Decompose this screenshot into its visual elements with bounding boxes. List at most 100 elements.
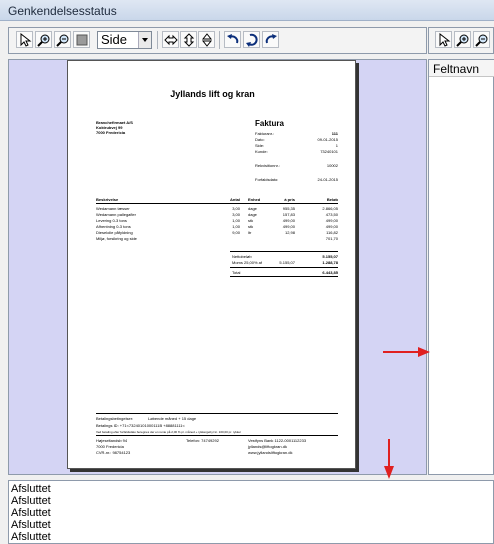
fields-column-header[interactable]: Feltnavn [429, 60, 494, 77]
meta-value: 73240101 [320, 149, 338, 154]
toolbar-separator [157, 31, 158, 49]
fields-panel[interactable]: Feltnavn [428, 59, 494, 475]
line-unit: dage [248, 212, 257, 217]
status-row[interactable]: Afsluttet [11, 495, 51, 507]
line-description: Levering 0-3 tons [96, 218, 127, 223]
col-header-qty: Antal [230, 197, 240, 202]
footer-address-line: 7000 Fredericia [96, 444, 124, 449]
meta-value: 10002 [326, 163, 338, 168]
net-amount: 5.155,07 [322, 254, 338, 259]
window-title: Genkendelsesstatus [8, 4, 117, 18]
col-header-price: á pris [284, 197, 295, 202]
net-label: Nettobeløb [232, 254, 252, 259]
document-viewer[interactable]: Jyllands lift og kran Branchefirmaet A/S… [8, 59, 427, 475]
line-amount: 499,00 [325, 218, 338, 223]
meta-label: Forfaldsdato: [255, 177, 279, 182]
line-price: 955,35 [282, 206, 295, 211]
meta-label: Fakturanr.: [255, 131, 275, 136]
fields-pointer-tool-button[interactable] [435, 31, 452, 48]
line-amount: 701,70 [325, 236, 338, 241]
horizontal-arrows-icon [164, 34, 178, 46]
line-qty: 9,00 [232, 230, 240, 235]
meta-label: Rekvisitionnr.: [255, 163, 280, 168]
line-qty: 3,00 [232, 212, 240, 217]
magnifier-plus-icon [37, 34, 50, 47]
col-header-unit: Enhed [248, 197, 261, 202]
meta-value: 24-01-2015 [317, 177, 338, 182]
meta-label: Kunde: [255, 149, 268, 154]
zoom-dropdown[interactable]: Side [97, 31, 152, 49]
rotate-left-icon [227, 34, 239, 44]
annotation-arrow-right-icon [383, 347, 430, 357]
invoice-page: Jyllands lift og kran Branchefirmaet A/S… [67, 60, 356, 469]
annotation-arrow-down-icon [384, 439, 394, 479]
pointer-tool-button[interactable] [16, 31, 33, 48]
magnifier-minus-icon [475, 34, 488, 47]
zoom-in-button[interactable] [35, 31, 52, 48]
company-name: Jyllands lift og kran [170, 89, 255, 99]
rotate-180-button[interactable] [243, 31, 260, 48]
actual-size-button[interactable] [198, 31, 215, 48]
total-amount: 6.443,85 [322, 270, 338, 275]
footer-website: www.jyllandsliftogkran.dk [248, 450, 293, 455]
chevron-down-icon[interactable] [138, 32, 151, 48]
fit-height-button[interactable] [180, 31, 197, 48]
status-row[interactable]: Afsluttet [11, 531, 51, 543]
payment-terms-value: Løbende måned + 15 dage [148, 416, 197, 421]
meta-label: Dato: [255, 137, 265, 142]
line-description: Miljø, forsikring og side [96, 236, 137, 241]
line-amount: 2.866,05 [322, 206, 338, 211]
col-header-amount: Beløb [326, 197, 338, 202]
zoom-value: Side [101, 32, 128, 47]
meta-label: Side: [255, 143, 265, 148]
payment-terms-label: Betalingsbetingelser: [96, 416, 134, 421]
status-row[interactable]: Afsluttet [11, 507, 51, 519]
line-qty: 3,00 [232, 206, 240, 211]
vertical-arrows-icon [183, 33, 195, 47]
document-type: Faktura [255, 119, 284, 128]
fit-width-button[interactable] [162, 31, 179, 48]
line-price: 499,00 [282, 218, 295, 223]
rotate-right-icon [265, 34, 277, 44]
meta-value: 1 [335, 143, 338, 148]
up-down-arrow-icon [201, 33, 213, 47]
fields-zoom-in-button[interactable] [454, 31, 471, 48]
totals-rule [230, 251, 338, 252]
vat-label: Moms 25,00% af [232, 260, 263, 265]
cursor-arrow-icon [20, 33, 32, 47]
rotate-half-icon [246, 33, 258, 47]
line-description: Wedamann pallegafler [96, 212, 136, 217]
line-price: 12,98 [284, 230, 295, 235]
status-row[interactable]: Afsluttet [11, 483, 51, 495]
zoom-out-button[interactable] [54, 31, 71, 48]
fields-header-label: Feltnavn [433, 62, 480, 76]
toolbar-separator [219, 31, 220, 49]
sender-line: 7000 Fredericia [96, 130, 126, 135]
fit-page-button[interactable] [73, 31, 90, 48]
line-unit: ltr [248, 230, 252, 235]
line-price: 157,83 [282, 212, 295, 217]
payment-id: Betalings ID: +71<73240101000111B +88881… [96, 423, 185, 428]
total-label: Total [232, 270, 241, 275]
meta-value: 09-01-2015 [317, 137, 338, 142]
status-row[interactable]: Afsluttet [11, 519, 51, 531]
rotate-left-button[interactable] [224, 31, 241, 48]
window-titlebar: Genkendelsesstatus [0, 0, 494, 21]
total-underline [230, 276, 338, 277]
footer-email: jyllands@liftogkran.dk [248, 444, 287, 449]
rotate-right-button[interactable] [262, 31, 279, 48]
line-unit: stk [248, 224, 254, 229]
fields-zoom-out-button[interactable] [473, 31, 490, 48]
footer-phone: Telefon: 74749292 [186, 438, 219, 443]
line-price: 499,00 [282, 224, 295, 229]
magnifier-minus-icon [56, 34, 69, 47]
line-unit: dage [248, 206, 257, 211]
line-unit: stk [248, 218, 254, 223]
cursor-arrow-icon [439, 33, 451, 47]
footer-address-line: CVR-nr.: 98754123 [96, 450, 131, 455]
line-description: Wedamann tæsser [96, 206, 130, 211]
status-log[interactable]: Afsluttet Afsluttet Afsluttet Afsluttet Afsl… [8, 480, 494, 544]
total-rule [230, 267, 338, 268]
line-qty: 1,00 [232, 224, 240, 229]
footer-bank: Vestfyns Bank 1122-0001112233 [248, 438, 307, 443]
